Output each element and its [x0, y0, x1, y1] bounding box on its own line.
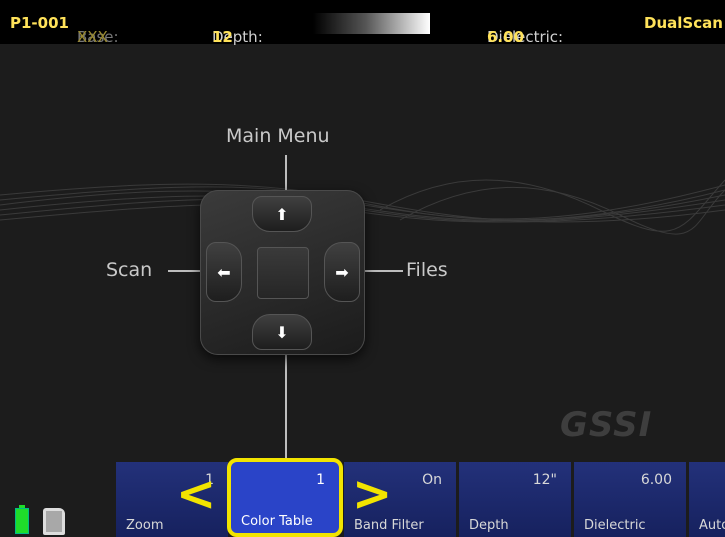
menu-tile-dielectric[interactable]: 6.00 Dielectric [574, 462, 686, 537]
dpad-left-button[interactable]: ⬅ [206, 242, 242, 302]
menu-tile-depth[interactable]: 12" Depth [459, 462, 571, 537]
file-name: P1-001 [10, 14, 69, 32]
arrow-left-icon: ⬅ [217, 262, 231, 282]
scan-mode: DualScan [644, 14, 723, 32]
dpad-up-button[interactable]: ⬆ [252, 196, 312, 232]
menu-tile-color-table[interactable]: 1 Color Table [227, 458, 343, 537]
main-menu-label: Main Menu [226, 125, 330, 147]
connector-line [285, 155, 287, 190]
arrow-up-icon: ⬆ [275, 204, 289, 224]
sd-card-icon [43, 508, 65, 535]
connector-line [285, 355, 287, 463]
dpad-center-button[interactable] [257, 247, 309, 299]
dpad-right-button[interactable]: ➡ [324, 242, 360, 302]
chevron-right-icon[interactable]: > [352, 470, 392, 518]
scan-label: Scan [106, 259, 153, 281]
arrow-down-icon: ⬇ [275, 322, 289, 342]
arrow-right-icon: ➡ [335, 262, 349, 282]
connector-line [365, 270, 403, 272]
gssi-logo: GSSI [560, 405, 653, 445]
color-scale-bar [313, 13, 430, 34]
connector-line [168, 270, 200, 272]
battery-icon [15, 505, 29, 534]
menu-tile-auto[interactable]: Auto [689, 462, 725, 537]
files-label: Files [406, 259, 448, 281]
navigation-dpad: ⬆ ⬅ ➡ ⬇ [200, 190, 365, 355]
chevron-left-icon[interactable]: < [176, 470, 216, 518]
dpad-down-button[interactable]: ⬇ [252, 314, 312, 350]
status-bar: P1-001 Base: XXX Depth: 12 Dielectric: 6.… [0, 0, 725, 46]
device-screen: P1-001 Base: XXX Depth: 12 Dielectric: 6.… [0, 0, 725, 537]
